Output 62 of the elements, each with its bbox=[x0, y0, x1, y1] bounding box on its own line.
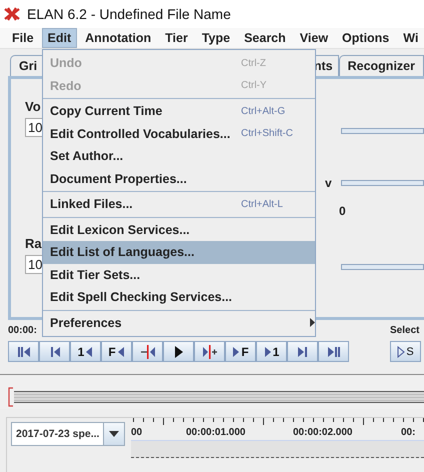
step-back-button[interactable]: F bbox=[101, 341, 132, 362]
time-label: 00:00: bbox=[8, 325, 37, 338]
volume-label: Vo bbox=[25, 99, 41, 114]
menu-item[interactable]: Annotation bbox=[79, 28, 158, 48]
menu-item[interactable]: Tier bbox=[159, 28, 194, 48]
slider-track[interactable] bbox=[341, 180, 424, 186]
skip-forward-icon bbox=[296, 346, 308, 358]
left-triangle-icon bbox=[116, 346, 125, 358]
slider-track[interactable] bbox=[341, 264, 424, 270]
window-title: ELAN 6.2 - Undefined File Name bbox=[27, 6, 231, 22]
slider-value: 0 bbox=[339, 204, 347, 218]
menu-item[interactable]: Edit Lexicon Services... bbox=[43, 218, 315, 241]
menu-item[interactable]: View bbox=[294, 28, 334, 48]
menu-item[interactable]: Linked Files... Ctrl+Alt-L bbox=[43, 193, 315, 216]
previous-button[interactable] bbox=[39, 341, 70, 362]
menu-item[interactable]: Edit Spell Checking Services... bbox=[43, 286, 315, 308]
menu-item[interactable]: File bbox=[6, 28, 40, 48]
step-back-button[interactable]: 1 bbox=[70, 341, 101, 362]
play-selection-button[interactable]: S bbox=[390, 341, 421, 362]
skip-to-end-icon bbox=[326, 346, 340, 358]
menu-item[interactable]: Edit Controlled Vocabularies... Ctrl+Shift-C bbox=[43, 122, 315, 145]
menu-item[interactable]: Set Author... bbox=[43, 145, 315, 168]
selection-label: Select bbox=[390, 325, 420, 338]
right-triangle-icon bbox=[397, 346, 406, 358]
time-label: 00 bbox=[131, 427, 144, 438]
forward-to-mark-button[interactable] bbox=[194, 341, 225, 362]
menu-item[interactable]: Options bbox=[336, 28, 396, 48]
menu-item[interactable]: Copy Current Time Ctrl+Alt-G bbox=[43, 100, 315, 122]
menu-item[interactable]: Preferences bbox=[43, 312, 315, 334]
slider-label: v bbox=[325, 176, 333, 190]
app-logo-icon bbox=[4, 7, 20, 21]
next-button[interactable] bbox=[287, 341, 318, 362]
time-label: 00: bbox=[401, 427, 416, 438]
menu-item[interactable]: Edit bbox=[42, 28, 78, 48]
right-triangle-icon bbox=[232, 346, 240, 358]
time-label: 00:00:02.000 bbox=[293, 427, 354, 438]
play-icon bbox=[174, 346, 184, 358]
right-triangle-icon bbox=[264, 346, 272, 358]
bracket-icon bbox=[8, 387, 14, 407]
skip-to-start-icon bbox=[16, 346, 30, 358]
rate-label: Ra bbox=[25, 236, 42, 251]
dropdown-arrow-icon bbox=[109, 431, 119, 437]
back-to-mark-button[interactable] bbox=[132, 341, 163, 362]
step-forward-button[interactable]: F bbox=[225, 341, 256, 362]
menu-item[interactable]: Type bbox=[196, 28, 236, 48]
slider-track[interactable] bbox=[341, 128, 424, 134]
tab[interactable]: Recognizer bbox=[338, 55, 424, 76]
time-label: 00:00:01.000 bbox=[186, 427, 246, 438]
menu-item[interactable]: Search bbox=[238, 28, 292, 48]
forward-to-line-icon bbox=[202, 344, 218, 358]
back-to-line-icon bbox=[140, 344, 156, 358]
tier-dropdown[interactable]: 2017-07-23 spe... bbox=[11, 422, 125, 446]
menu-item[interactable]: Wi bbox=[397, 28, 424, 48]
menu-item[interactable]: Edit List of Languages... bbox=[43, 241, 315, 264]
skip-back-icon bbox=[48, 346, 60, 358]
go-to-end-button[interactable] bbox=[318, 341, 349, 362]
step-forward-button[interactable]: 1 bbox=[256, 341, 287, 362]
menu-item[interactable]: Edit Tier Sets... bbox=[43, 264, 315, 286]
play-button[interactable] bbox=[163, 341, 194, 362]
menu-item[interactable]: Document Properties... bbox=[43, 168, 315, 190]
go-to-begin-button[interactable] bbox=[8, 341, 39, 362]
left-triangle-icon bbox=[85, 346, 94, 358]
